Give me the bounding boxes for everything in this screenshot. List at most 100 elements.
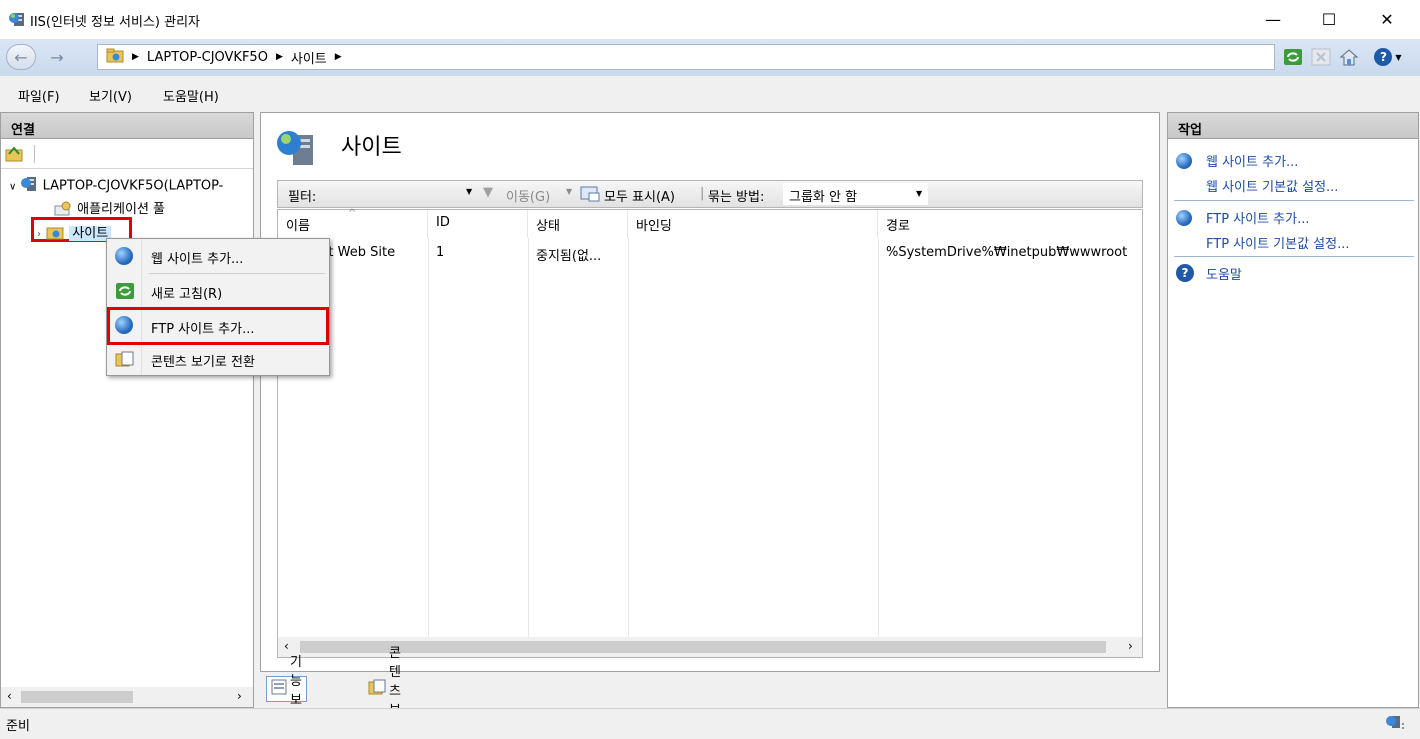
back-arrow-icon: ← <box>14 47 28 67</box>
actions-panel: 작업 웹 사이트 추가... 웹 사이트 기본값 설정... FTP 사이트 추… <box>1167 112 1419 708</box>
scroll-thumb[interactable] <box>21 691 133 703</box>
filter-input[interactable] <box>326 184 478 204</box>
connections-hscrollbar[interactable]: ‹ › <box>1 687 253 707</box>
cell-status: 중지됨(없... <box>536 249 602 264</box>
close-button[interactable]: ✕ <box>1364 0 1410 39</box>
connections-toolbar <box>1 139 253 169</box>
sites-list: 이름 ^ ID 상태 바인딩 경로 Default Web Site 1 중지됨… <box>277 208 1143 658</box>
sites-folder-icon <box>45 224 65 244</box>
network-status-icon <box>1384 714 1406 736</box>
navigation-bar: ← → ▶ LAPTOP-CJOVKF5O ▶ 사이트 ▶ ? ▼ <box>0 39 1420 76</box>
refresh-icon[interactable] <box>1283 47 1303 67</box>
stop-icon[interactable] <box>1311 47 1331 67</box>
chevron-down-icon: ▼ <box>1395 52 1402 62</box>
scroll-thumb[interactable] <box>300 641 1106 653</box>
refresh-icon <box>115 282 135 302</box>
list-hscrollbar[interactable]: ‹ › <box>278 637 1142 657</box>
breadcrumb-separator-icon: ▶ <box>334 52 342 62</box>
menu-file[interactable]: 파일(F) <box>18 86 60 105</box>
context-add-website[interactable]: 웹 사이트 추가... <box>107 241 329 271</box>
window-title: IIS(인터넷 정보 서비스) 관리자 <box>30 15 201 30</box>
cell-path: %SystemDrive%₩inetpub₩wwwroot <box>886 245 1128 260</box>
context-refresh-label: 새로 고침(R) <box>151 287 223 302</box>
help-dropdown[interactable]: ? ▼ <box>1373 47 1403 67</box>
group-by-value: 그룹화 안 함 <box>789 190 858 205</box>
tree-app-pools-label: 애플리케이션 풀 <box>77 202 165 217</box>
column-divider <box>428 238 429 638</box>
help-icon: ? <box>1374 48 1393 66</box>
column-divider <box>628 238 629 638</box>
toolbar-divider <box>34 145 35 163</box>
content-view-icon <box>368 679 386 699</box>
home-icon[interactable] <box>1339 47 1359 67</box>
server-icon <box>20 176 38 196</box>
forward-button[interactable]: → <box>42 44 72 70</box>
scroll-left-icon[interactable]: ‹ <box>284 639 289 653</box>
action-add-ftp-site[interactable]: FTP 사이트 추가... <box>1206 208 1310 227</box>
sites-large-icon <box>275 129 319 173</box>
actions-divider <box>1174 200 1414 201</box>
connect-icon[interactable] <box>5 145 23 167</box>
content-view-icon <box>115 350 135 370</box>
sites-folder-icon <box>106 47 124 67</box>
column-header-name[interactable]: 이름 ^ <box>278 208 428 238</box>
column-header-path[interactable]: 경로 <box>878 210 1142 238</box>
context-refresh[interactable]: 새로 고침(R) <box>107 276 329 306</box>
connections-panel: 연결 ∨ LAPTOP-CJOVKF5O(LAPTOP- 애플리케이션 풀 › … <box>0 112 254 708</box>
show-all-button[interactable]: 모두 표시(A) <box>604 186 675 205</box>
column-header-id[interactable]: ID <box>428 210 528 238</box>
sort-ascending-icon: ^ <box>348 208 357 219</box>
address-bar[interactable]: ▶ LAPTOP-CJOVKF5O ▶ 사이트 ▶ <box>97 44 1275 70</box>
menu-help[interactable]: 도움말(H) <box>163 86 219 105</box>
column-divider <box>528 238 529 638</box>
tab-features-view[interactable]: 기능 보기 <box>266 655 307 727</box>
iis-app-icon <box>8 10 26 28</box>
add-website-icon <box>115 247 135 267</box>
table-row[interactable]: Default Web Site 1 중지됨(없... %SystemDrive… <box>278 242 1142 264</box>
actions-divider <box>1174 256 1414 257</box>
menu-separator <box>149 273 325 274</box>
tab-content-view[interactable]: 콘텐츠 보기 <box>364 646 405 737</box>
group-by-select[interactable]: 그룹화 안 함 ▼ <box>783 183 928 205</box>
expand-chevron-icon: ∨ <box>9 181 17 193</box>
scroll-right-icon[interactable]: › <box>237 689 242 703</box>
menu-view[interactable]: 보기(V) <box>89 86 132 105</box>
breadcrumb-server[interactable]: LAPTOP-CJOVKF5O <box>147 50 268 65</box>
breadcrumb-separator-icon: ▶ <box>132 52 139 62</box>
action-ftp-defaults[interactable]: FTP 사이트 기본값 설정... <box>1206 233 1350 252</box>
minimize-button[interactable]: — <box>1250 0 1296 39</box>
go-dropdown-icon[interactable]: ▼ <box>566 187 572 196</box>
column-header-status[interactable]: 상태 <box>528 210 628 238</box>
chevron-down-icon: ▼ <box>916 189 923 198</box>
filter-dropdown-icon[interactable]: ▼ <box>466 187 472 196</box>
context-add-ftp-site[interactable]: FTP 사이트 추가... <box>107 307 329 345</box>
context-add-ftp-site-label: FTP 사이트 추가... <box>151 322 255 337</box>
tree-sites-label: 사이트 <box>69 226 112 241</box>
status-bar: 준비 <box>0 708 1420 739</box>
context-add-website-label: 웹 사이트 추가... <box>151 252 244 267</box>
back-button[interactable]: ← <box>6 44 36 70</box>
menu-bar: 파일(F) 보기(V) 도움말(H) <box>0 76 1420 112</box>
column-name-label: 이름 <box>286 219 310 234</box>
features-view-icon <box>271 679 287 699</box>
action-help[interactable]: 도움말 <box>1206 264 1242 283</box>
column-header-binding[interactable]: 바인딩 <box>628 210 878 238</box>
scroll-right-icon[interactable]: › <box>1128 639 1133 653</box>
go-button[interactable]: 이동(G) <box>506 186 550 205</box>
maximize-button[interactable]: ☐ <box>1306 0 1352 39</box>
page-title: 사이트 <box>341 135 402 160</box>
context-switch-content-view[interactable]: 콘텐츠 보기로 전환 <box>107 344 329 374</box>
action-add-website[interactable]: 웹 사이트 추가... <box>1206 151 1298 170</box>
add-website-icon <box>1176 151 1194 169</box>
tree-server-label: LAPTOP-CJOVKF5O(LAPTOP- <box>42 178 224 194</box>
actions-header: 작업 <box>1168 113 1418 139</box>
show-all-icon <box>580 186 600 206</box>
connections-header: 연결 <box>1 113 253 139</box>
toolbar-divider: | <box>700 186 705 201</box>
tree-server-node[interactable]: ∨ LAPTOP-CJOVKF5O(LAPTOP- <box>9 176 223 196</box>
action-website-defaults[interactable]: 웹 사이트 기본값 설정... <box>1206 176 1338 195</box>
filter-toolbar: 필터: ▼ ▼ 이동(G) ▼ 모두 표시(A) | 묶는 방법: 그룹화 안 … <box>277 180 1143 208</box>
breadcrumb-sites[interactable]: 사이트 <box>291 48 327 67</box>
scroll-left-icon[interactable]: ‹ <box>7 689 12 703</box>
filter-label: 필터: <box>288 190 317 205</box>
